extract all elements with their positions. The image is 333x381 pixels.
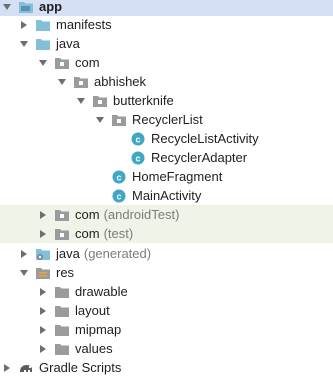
tree-label-app: app [39,0,63,14]
tree-label-abhishek: abhishek [94,74,147,89]
tree-item-mipmap[interactable]: mipmap [0,320,333,339]
tree-label-com: com [75,55,100,70]
tree-label-com-androidtest: com [75,207,100,222]
gradle-icon [18,361,34,375]
chevron-right-icon[interactable] [37,324,49,336]
chevron-right-icon[interactable] [18,19,30,31]
tree-item-com[interactable]: com [0,53,333,72]
tree-label-manifests: manifests [56,17,112,32]
chevron-down-icon[interactable] [18,38,30,50]
folder-icon [54,323,70,337]
tree-item-recyclelistactivity[interactable]: c RecycleListActivity [0,129,333,148]
tree-item-app[interactable]: app [0,0,333,16]
tree-label-recyclelistactivity: RecycleListActivity [151,131,259,146]
tree-label-gradle-scripts: Gradle Scripts [39,360,122,375]
module-folder-icon [18,0,34,14]
tree-item-res[interactable]: res [0,263,333,282]
package-icon [54,56,70,70]
class-badge: c [116,172,121,182]
chevron-down-icon[interactable] [94,114,106,126]
chevron-down-icon[interactable] [18,267,30,279]
tree-item-values[interactable]: values [0,339,333,358]
class-badge: c [135,134,140,144]
tree-item-butterknife[interactable]: butterknife [0,91,333,110]
tree-label-com-test: com [75,226,100,241]
tree-label-layout: layout [75,303,110,318]
chevron-right-icon[interactable] [37,286,49,298]
tree-item-recycleradapter[interactable]: c RecyclerAdapter [0,148,333,167]
package-icon [92,94,108,108]
folder-icon [54,285,70,299]
generated-folder-icon [35,247,51,261]
package-icon [54,208,70,222]
tree-label-drawable: drawable [75,284,128,299]
chevron-right-icon[interactable] [18,248,30,260]
folder-icon [35,18,51,32]
tree-label-mainactivity: MainActivity [132,188,202,203]
tree-suffix-androidtest: (androidTest) [103,207,180,222]
class-badge: c [116,191,121,201]
class-icon: c [130,151,146,165]
project-tree: app manifests java com abhishek butterkn… [0,0,333,381]
tree-item-com-test[interactable]: com (test) [0,224,333,243]
chevron-down-icon[interactable] [75,95,87,107]
source-folder-icon [35,37,51,51]
tree-label-java: java [56,36,80,51]
package-icon [111,113,127,127]
tree-label-recycleradapter: RecyclerAdapter [151,150,248,165]
chevron-right-icon[interactable] [37,343,49,355]
tree-item-recyclerlist[interactable]: RecyclerList [0,110,333,129]
tree-item-gradle-scripts[interactable]: Gradle Scripts [0,358,333,377]
class-icon: c [111,189,127,203]
tree-item-java[interactable]: java [0,34,333,53]
tree-item-layout[interactable]: layout [0,301,333,320]
tree-suffix-test: (test) [103,226,134,241]
folder-icon [54,342,70,356]
tree-label-java-generated: java [56,246,80,261]
tree-label-homefragment: HomeFragment [132,169,223,184]
tree-label-recyclerlist: RecyclerList [132,112,203,127]
chevron-right-icon[interactable] [37,305,49,317]
package-icon [54,227,70,241]
chevron-right-icon[interactable] [1,362,13,374]
tree-item-java-generated[interactable]: java (generated) [0,244,333,263]
tree-item-homefragment[interactable]: c HomeFragment [0,167,333,186]
chevron-down-icon[interactable] [56,76,68,88]
folder-icon [54,304,70,318]
tree-label-mipmap: mipmap [75,322,122,337]
tree-item-manifests[interactable]: manifests [0,15,333,34]
chevron-right-icon[interactable] [37,209,49,221]
chevron-right-icon[interactable] [37,228,49,240]
tree-item-mainactivity[interactable]: c MainActivity [0,186,333,205]
tree-item-abhishek[interactable]: abhishek [0,72,333,91]
tree-label-res: res [56,265,75,280]
class-icon: c [130,132,146,146]
tree-label-butterknife: butterknife [113,93,174,108]
tree-label-values: values [75,341,113,356]
class-badge: c [135,153,140,163]
tree-item-com-androidtest[interactable]: com (androidTest) [0,205,333,224]
chevron-down-icon[interactable] [1,1,13,13]
class-icon: c [111,170,127,184]
package-icon [73,75,89,89]
tree-item-drawable[interactable]: drawable [0,282,333,301]
chevron-down-icon[interactable] [37,57,49,69]
tree-suffix-generated: (generated) [83,246,152,261]
resources-folder-icon [35,266,51,280]
